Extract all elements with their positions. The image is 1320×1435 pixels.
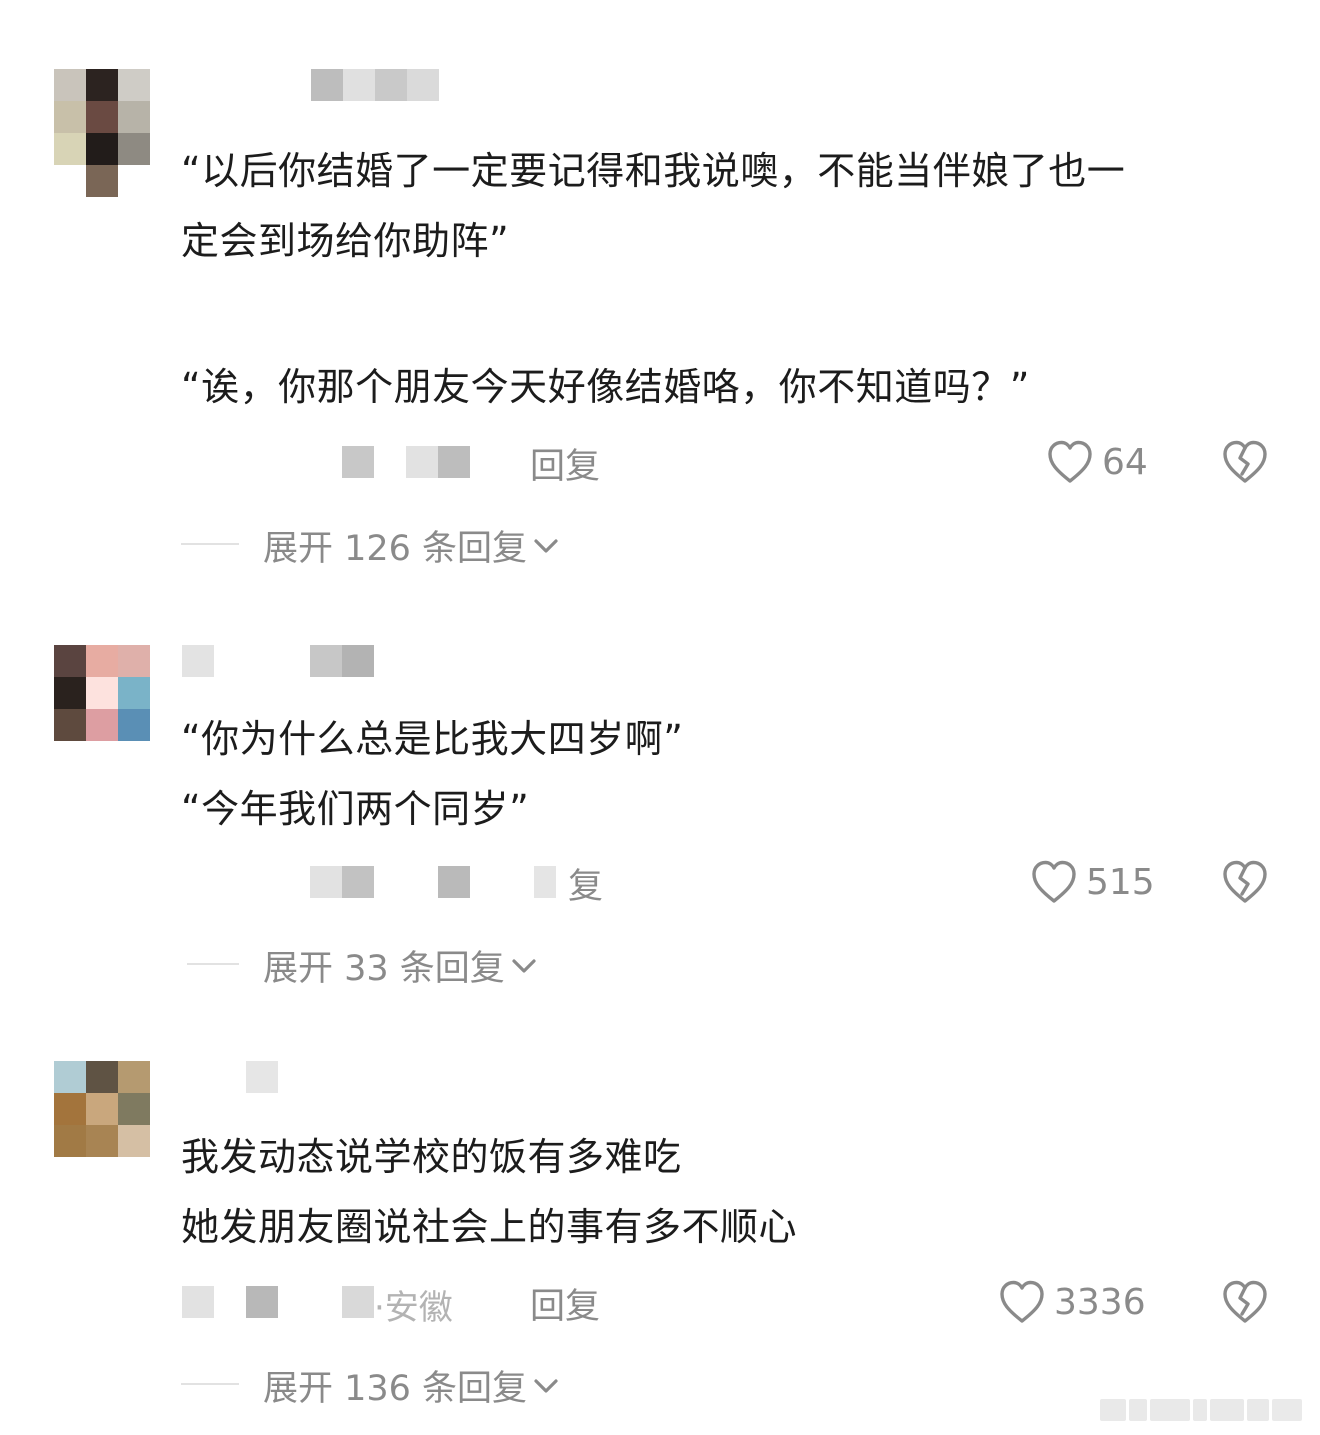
expand-replies-label: 展开 33 条回复 — [263, 949, 505, 989]
expand-replies-button[interactable]: 展开 136 条回复 — [263, 1360, 559, 1411]
comment-line: “今年我们两个同岁” — [181, 787, 530, 831]
date-location — [182, 1286, 214, 1318]
broken-heart-icon[interactable] — [1220, 1278, 1270, 1326]
avatar[interactable] — [54, 645, 150, 741]
expand-replies-label: 展开 126 条回复 — [263, 529, 528, 569]
username — [310, 645, 374, 677]
comment-line — [181, 276, 1271, 352]
avatar-pixel — [118, 645, 150, 677]
avatar-pixel — [118, 677, 150, 709]
avatar-pixel — [118, 1061, 150, 1093]
username[interactable] — [311, 69, 439, 101]
comment-text: “以后你结婚了一定要记得和我说噢，不能当伴娘了也一 定会到场给你助阵” “诶，你… — [181, 136, 1271, 422]
date-location — [246, 1286, 278, 1318]
avatar-pixel — [118, 709, 150, 741]
comment-text: 我发动态说学校的饭有多难吃 她发朋友圈说社会上的事有多不顺心 — [181, 1122, 1271, 1262]
expand-replies-label: 展开 136 条回复 — [263, 1369, 528, 1409]
avatar-pixel — [118, 133, 150, 165]
avatar-pixel — [118, 165, 150, 197]
expand-replies-button[interactable]: 展开 126 条回复 — [263, 520, 559, 571]
avatar-pixel — [86, 133, 118, 165]
heart-outline-icon — [1048, 440, 1092, 483]
comment-line: 我发动态说学校的饭有多难吃 — [181, 1135, 682, 1179]
expand-replies: 展开 33 条回复 — [0, 938, 1320, 991]
comment-text: “你为什么总是比我大四岁啊” “今年我们两个同岁” — [181, 704, 1271, 844]
avatar-pixel — [54, 709, 86, 741]
avatar-pixel — [54, 133, 86, 165]
avatar-pixel — [118, 1125, 150, 1157]
broken-heart-icon[interactable] — [1220, 858, 1270, 906]
username[interactable] — [246, 1061, 278, 1093]
comment-meta: ·安徽 回复 3336 — [0, 1272, 1320, 1332]
avatar-pixel — [54, 1061, 86, 1093]
date-location — [406, 446, 470, 478]
date-location — [342, 446, 374, 478]
comment-line: 她发朋友圈说社会上的事有多不顺心 — [181, 1205, 798, 1249]
avatar[interactable] — [54, 1061, 150, 1157]
like-button[interactable]: 515 — [1030, 852, 1155, 912]
date-location — [342, 1286, 374, 1318]
avatar[interactable] — [54, 69, 150, 197]
avatar-pixel — [86, 101, 118, 133]
avatar-pixel — [86, 69, 118, 101]
like-button[interactable]: 3336 — [998, 1272, 1146, 1332]
expand-replies: 展开 126 条回复 — [0, 518, 1320, 571]
like-count: 64 — [1102, 441, 1148, 483]
expand-replies-button[interactable]: 展开 33 条回复 — [263, 940, 537, 991]
chevron-down-icon — [534, 1378, 558, 1393]
comment-line: “以后你结婚了一定要记得和我说噢，不能当伴娘了也一 — [181, 149, 1126, 193]
heart-outline-icon — [1000, 1280, 1044, 1323]
date-location — [310, 866, 374, 898]
avatar-pixel — [54, 1093, 86, 1125]
like-button[interactable]: 64 — [1046, 432, 1148, 492]
avatar-pixel — [54, 645, 86, 677]
divider — [181, 1383, 239, 1385]
avatar-pixel — [86, 709, 118, 741]
avatar-pixel — [54, 101, 86, 133]
reply-button[interactable]: 回复 — [530, 1278, 600, 1329]
avatar-pixel — [118, 101, 150, 133]
avatar-pixel — [86, 165, 118, 197]
comment-meta: 复 515 — [0, 852, 1320, 912]
username[interactable] — [182, 645, 214, 677]
heart-outline-icon — [1032, 860, 1076, 903]
avatar-pixel — [118, 1093, 150, 1125]
avatar-pixel — [54, 677, 86, 709]
reply-button[interactable]: 回复 — [530, 438, 600, 489]
broken-heart-icon[interactable] — [1220, 438, 1270, 486]
divider — [181, 543, 239, 545]
date-location — [438, 866, 470, 898]
reply-button[interactable]: 复 — [568, 858, 603, 909]
avatar-pixel — [86, 677, 118, 709]
comment-line: “诶，你那个朋友今天好像结婚咯，你不知道吗？” — [181, 365, 1030, 409]
avatar-pixel — [86, 645, 118, 677]
chevron-down-icon — [534, 538, 558, 553]
comment-line: 定会到场给你助阵” — [181, 219, 510, 263]
date-location — [534, 866, 556, 898]
like-count: 515 — [1086, 861, 1155, 903]
chevron-down-icon — [512, 958, 536, 973]
divider — [187, 963, 239, 965]
avatar-pixel — [54, 165, 86, 197]
avatar-pixel — [54, 1125, 86, 1157]
avatar-pixel — [86, 1093, 118, 1125]
avatar-pixel — [86, 1125, 118, 1157]
comment-meta: 回复 64 — [0, 432, 1320, 492]
avatar-pixel — [118, 69, 150, 101]
comment-line: “你为什么总是比我大四岁啊” — [181, 717, 684, 761]
avatar-pixel — [86, 1061, 118, 1093]
avatar-pixel — [54, 69, 86, 101]
date-location-text: ·安徽 — [374, 1288, 453, 1328]
comment-list: “以后你结婚了一定要记得和我说噢，不能当伴娘了也一 定会到场给你助阵” “诶，你… — [0, 0, 1320, 1435]
watermark — [1100, 1399, 1310, 1421]
like-count: 3336 — [1054, 1281, 1146, 1323]
